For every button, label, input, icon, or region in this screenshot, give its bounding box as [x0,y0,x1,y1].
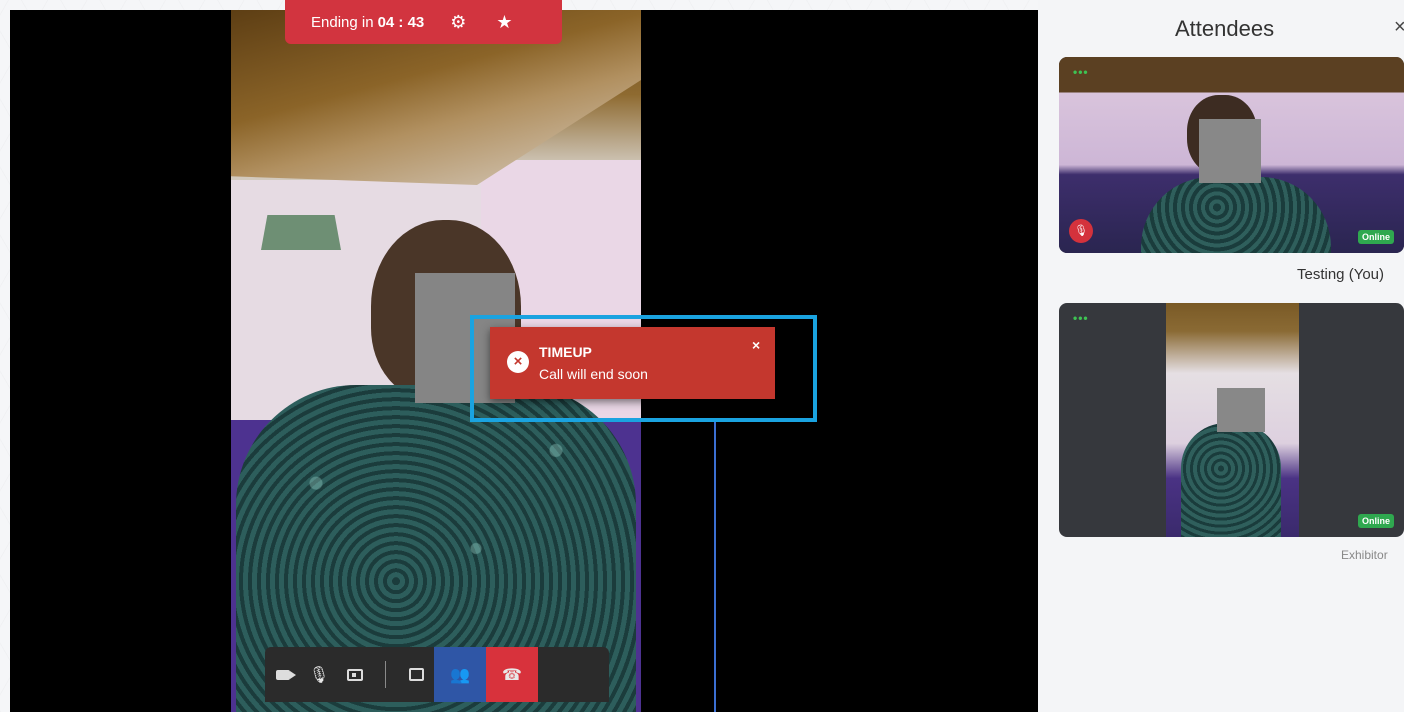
participants-icon: 👥 [450,666,470,684]
end-call-icon: ☎ [502,666,522,684]
controls-divider [385,661,386,688]
chat-button[interactable] [398,647,434,702]
face-blur-mask [1199,119,1261,183]
attendee-name: Exhibitor [1341,548,1388,562]
mute-button[interactable]: 🎙 [301,647,337,702]
online-badge: Online [1357,230,1394,244]
video-camera-icon [276,669,296,680]
highlight-callout-line [714,422,716,712]
participants-button[interactable]: 👥 [434,647,486,702]
screen-share-button[interactable] [337,647,373,702]
attendee-tile-exhibitor[interactable]: ••• Online [1059,303,1404,537]
mic-off-icon: 🎙 [1069,219,1093,243]
call-timer-bar: Ending in 04 : 43 ⚙ ★ [285,0,562,44]
end-call-button[interactable]: ☎ [486,647,538,702]
more-options-icon[interactable]: ••• [1073,65,1089,79]
video-camera-button[interactable] [265,647,301,702]
highlight-box [470,315,817,422]
timer-label: Ending in [311,13,374,31]
face-blur-mask [1217,388,1265,432]
timer-value: 04 : 43 [377,13,425,31]
video-wall-sign [261,215,341,250]
more-options-icon[interactable]: ••• [1073,311,1089,325]
online-badge: Online [1357,514,1394,528]
sidebar-close-button[interactable]: × [1394,16,1404,39]
attendee-tile-self[interactable]: ••• 🎙 Online [1059,57,1404,253]
chat-icon [408,668,424,681]
call-controls: 🎙 👥 ☎ [265,647,609,702]
star-icon[interactable]: ★ [496,13,512,31]
mic-off-icon: 🎙 [308,666,330,684]
attendee-body [1181,423,1281,537]
gear-icon[interactable]: ⚙ [450,13,466,31]
screen-share-icon [347,668,363,681]
sidebar-title: Attendees [1175,16,1275,41]
attendee-name: Testing (You) [1297,266,1384,283]
